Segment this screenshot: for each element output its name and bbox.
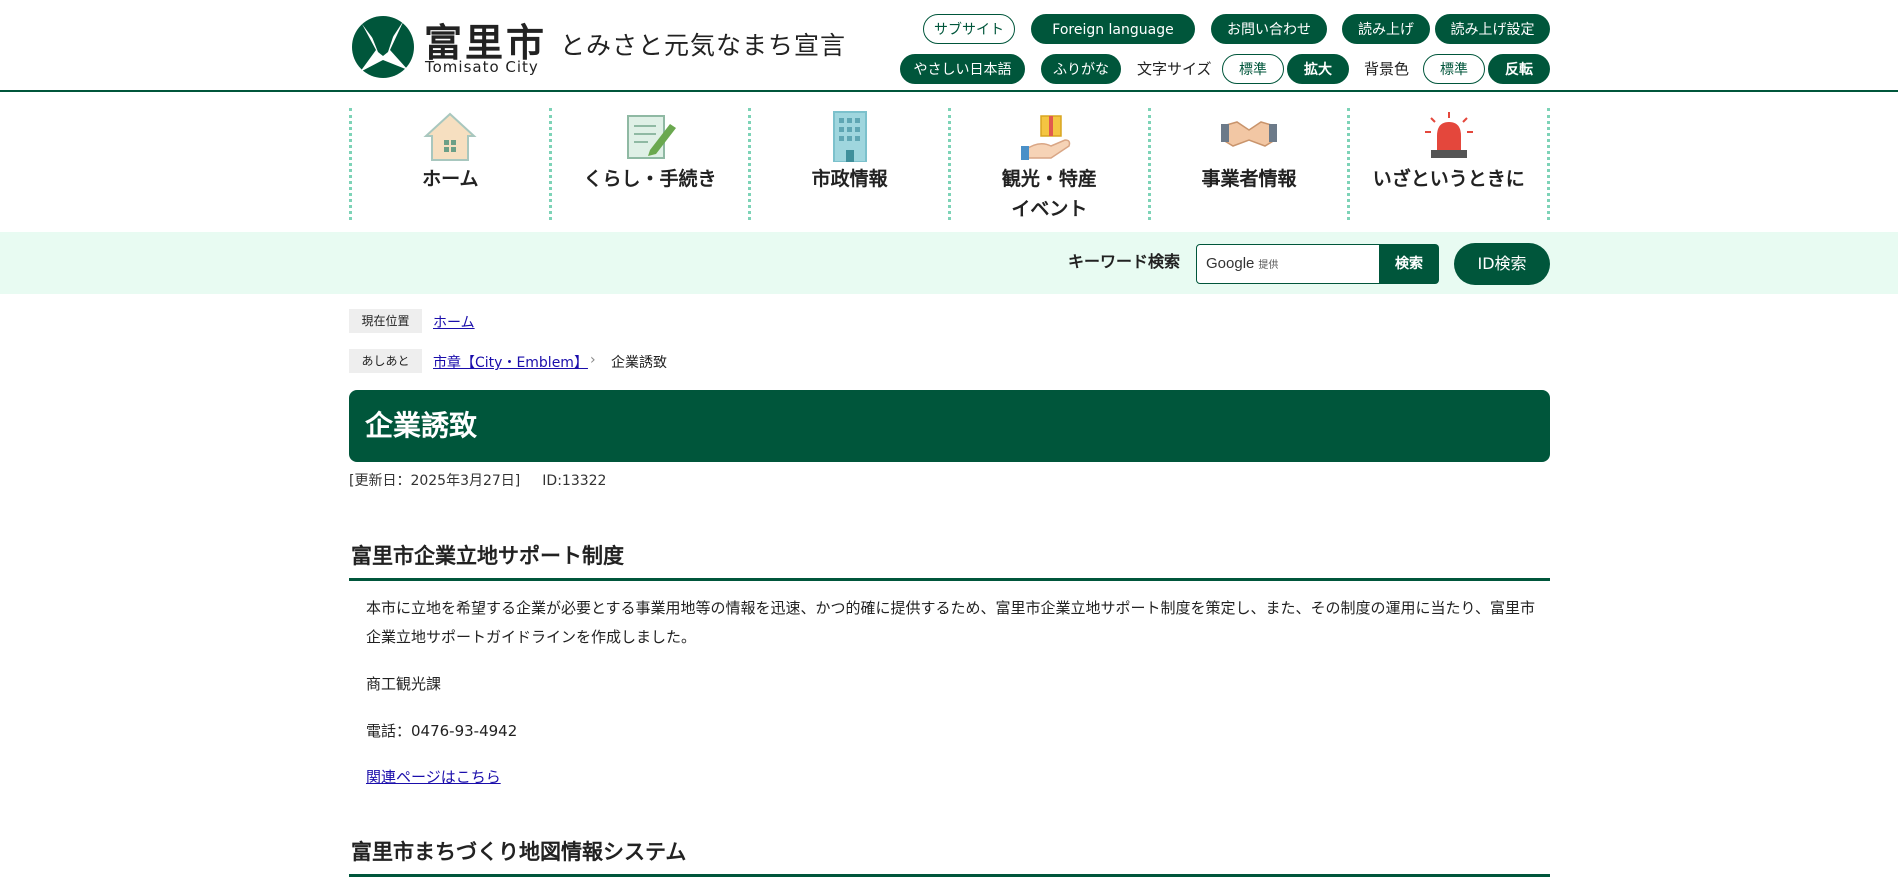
bg-color-label: 背景色 xyxy=(1364,60,1410,78)
section-heading: 富里市まちづくり地図情報システム xyxy=(349,836,1550,877)
google-branding: Google 提供 xyxy=(1206,255,1279,272)
nav-label: くらし・手続き xyxy=(583,168,717,190)
alarm-light-icon xyxy=(1424,112,1473,158)
document-pencil-icon xyxy=(627,115,676,159)
font-size-label: 文字サイズ xyxy=(1137,60,1212,78)
city-emblem-icon xyxy=(352,16,414,78)
house-icon xyxy=(423,112,477,161)
nav-label: 市政情報 xyxy=(811,168,888,190)
page-id: ID:13322 xyxy=(542,473,607,489)
search-button[interactable]: 検索 xyxy=(1379,244,1439,284)
site-logo[interactable]: 富里市 Tomisato City とみさと元気なまち宣言 xyxy=(350,10,845,82)
global-nav: ホーム くらし・手続き 市政情報 観光・特産 イベント 事業者情報 いざというと… xyxy=(349,108,1551,220)
foreign-language-button[interactable]: Foreign language xyxy=(1031,14,1195,44)
sub-site-button[interactable]: サブサイト xyxy=(923,14,1015,44)
city-slogan: とみさと元気なまち宣言 xyxy=(560,31,847,60)
nav-label: 事業者情報 xyxy=(1201,168,1297,190)
nav-item-tourism-events[interactable]: 観光・特産 イベント xyxy=(948,108,1148,220)
related-page-link[interactable]: 関連ページはこちら xyxy=(366,768,501,786)
nav-item-business-info[interactable]: 事業者情報 xyxy=(1147,108,1348,220)
nav-label: いざというときに xyxy=(1372,168,1525,190)
building-icon xyxy=(832,111,867,162)
nav-item-city-info[interactable]: 市政情報 xyxy=(748,108,948,220)
handshake-icon xyxy=(1221,121,1278,147)
nav-item-emergency[interactable]: いざというときに xyxy=(1347,108,1551,220)
section-body: 本市に立地を希望する企業が必要とする事業用地等の情報を迅速、かつ的確に提供するた… xyxy=(366,599,1535,646)
bg-invert-button[interactable]: 反転 xyxy=(1488,54,1550,84)
phone-number: 電話：0476-93-4942 xyxy=(366,722,518,740)
section-heading: 富里市企業立地サポート制度 xyxy=(349,540,1550,581)
breadcrumb-home-link[interactable]: ホーム xyxy=(433,312,475,332)
font-size-standard-button[interactable]: 標準 xyxy=(1222,54,1284,84)
nav-label: ホーム xyxy=(422,168,479,190)
search-band: キーワード検索 Google 提供 検索 ID検索 xyxy=(0,232,1898,294)
furigana-button[interactable]: ふりがな xyxy=(1041,54,1121,84)
nav-label: 観光・特産 イベント xyxy=(1001,168,1097,220)
contact-button[interactable]: お問い合わせ xyxy=(1211,14,1327,44)
footprints-tag: あしあと xyxy=(349,349,422,373)
site-header: 富里市 Tomisato City とみさと元気なまち宣言 サブサイト Fore… xyxy=(0,0,1898,92)
font-size-large-button[interactable]: 拡大 xyxy=(1287,54,1349,84)
page-title: 企業誘致 xyxy=(349,390,1550,462)
nav-item-living-procedures[interactable]: くらし・手続き xyxy=(548,108,749,220)
gift-hand-icon xyxy=(1021,115,1071,160)
breadcrumb-separator: › xyxy=(590,352,596,368)
nav-item-home[interactable]: ホーム xyxy=(349,108,549,220)
read-aloud-button[interactable]: 読み上げ xyxy=(1342,14,1430,44)
department-name: 商工観光課 xyxy=(366,675,442,693)
id-search-button[interactable]: ID検索 xyxy=(1454,243,1550,285)
breadcrumb-emblem-link[interactable]: 市章【City・Emblem】 xyxy=(433,352,588,372)
page-meta: [更新日：2025年3月27日] ID:13322 xyxy=(349,470,606,490)
updated-date: [更新日：2025年3月27日] xyxy=(349,473,521,489)
easy-japanese-button[interactable]: やさしい日本語 xyxy=(900,54,1025,84)
breadcrumb-current: 企業誘致 xyxy=(611,355,667,371)
read-aloud-settings-button[interactable]: 読み上げ設定 xyxy=(1435,14,1550,44)
bg-standard-button[interactable]: 標準 xyxy=(1423,54,1485,84)
logo-english-name: Tomisato City xyxy=(425,58,539,76)
current-location-tag: 現在位置 xyxy=(349,309,422,333)
keyword-search-label: キーワード検索 xyxy=(1068,252,1181,271)
keyword-search-input[interactable]: Google 提供 xyxy=(1196,244,1380,284)
